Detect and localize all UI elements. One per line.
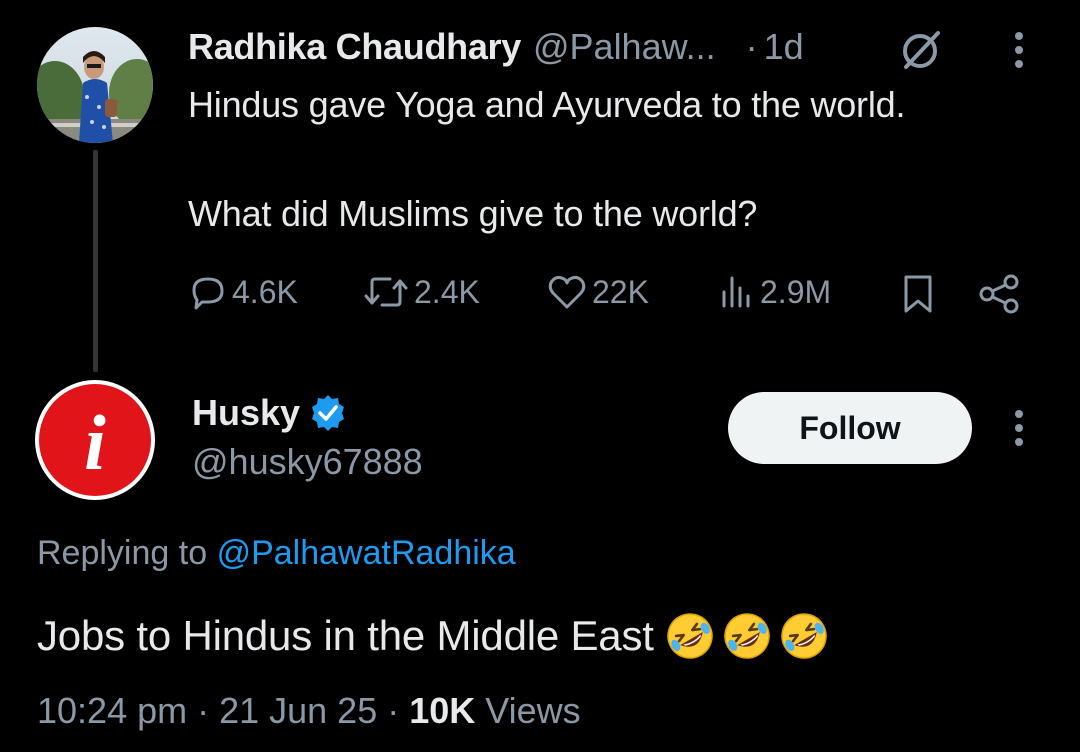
tweet-text-line: What did Muslims give to the world? bbox=[188, 193, 758, 234]
thread-connector-line bbox=[93, 150, 98, 372]
follow-button[interactable]: Follow bbox=[728, 392, 972, 464]
bookmark-button[interactable] bbox=[898, 272, 938, 316]
views-button[interactable]: 2.9M bbox=[716, 270, 831, 314]
tweet-text-line: Jobs to Hindus in the Middle East bbox=[37, 612, 654, 659]
more-icon[interactable] bbox=[1006, 30, 1032, 70]
reply-icon bbox=[192, 277, 224, 310]
tweet-time[interactable]: 1d bbox=[764, 26, 804, 68]
tweet-header: Husky bbox=[192, 390, 348, 436]
author-name[interactable]: Husky bbox=[192, 392, 300, 434]
rolling-on-floor-laughing-emoji-icon bbox=[667, 613, 713, 659]
avatar[interactable] bbox=[37, 27, 153, 143]
retweet-button[interactable]: 2.4K bbox=[362, 270, 480, 314]
tweet-header: Radhika Chaudhary @Palhaw... · 1d bbox=[188, 24, 804, 70]
rolling-on-floor-laughing-emoji-icon bbox=[781, 613, 827, 659]
share-button[interactable] bbox=[976, 272, 1022, 316]
mention-link[interactable]: @PalhawatRadhika bbox=[217, 534, 516, 572]
retweet-count: 2.4K bbox=[414, 273, 480, 310]
views-count: 10K bbox=[409, 690, 476, 731]
bookmark-icon bbox=[904, 275, 932, 313]
retweet-icon bbox=[364, 277, 408, 307]
like-count: 22K bbox=[592, 273, 649, 310]
grok-icon[interactable] bbox=[898, 27, 944, 73]
tweet-text: Jobs to Hindus in the Middle East bbox=[37, 610, 830, 662]
replying-to-label: Replying to bbox=[37, 534, 208, 572]
tweet-text-line: Hindus gave Yoga and Ayurveda to the wor… bbox=[188, 84, 906, 125]
reply-count: 4.6K bbox=[232, 273, 298, 310]
views-count: 2.9M bbox=[760, 273, 832, 310]
verified-badge-icon bbox=[312, 395, 345, 431]
like-icon bbox=[548, 275, 586, 309]
tweet-timestamp[interactable]: 10:24 pm · 21 Jun 25 · 10K Views bbox=[37, 690, 581, 732]
emoji-group bbox=[664, 610, 830, 662]
share-icon bbox=[979, 274, 1019, 314]
views-label: Views bbox=[485, 690, 581, 731]
rolling-on-floor-laughing-emoji-icon bbox=[724, 613, 770, 659]
avatar-letter: i bbox=[84, 399, 106, 486]
info-logo-avatar: i bbox=[39, 384, 151, 496]
more-icon[interactable] bbox=[1006, 408, 1032, 448]
timestamp: 10:24 pm · 21 Jun 25 · bbox=[37, 690, 400, 731]
replying-to: Replying to @PalhawatRadhika bbox=[37, 534, 516, 573]
views-icon bbox=[722, 276, 750, 308]
avatar[interactable]: i bbox=[35, 380, 155, 500]
reply-button[interactable]: 4.6K bbox=[188, 270, 298, 314]
author-handle[interactable]: @Palhaw... bbox=[533, 26, 716, 68]
separator-dot: · bbox=[745, 26, 758, 67]
author-handle[interactable]: @husky67888 bbox=[192, 441, 423, 483]
like-button[interactable]: 22K bbox=[546, 270, 649, 314]
author-name[interactable]: Radhika Chaudhary bbox=[188, 26, 521, 68]
